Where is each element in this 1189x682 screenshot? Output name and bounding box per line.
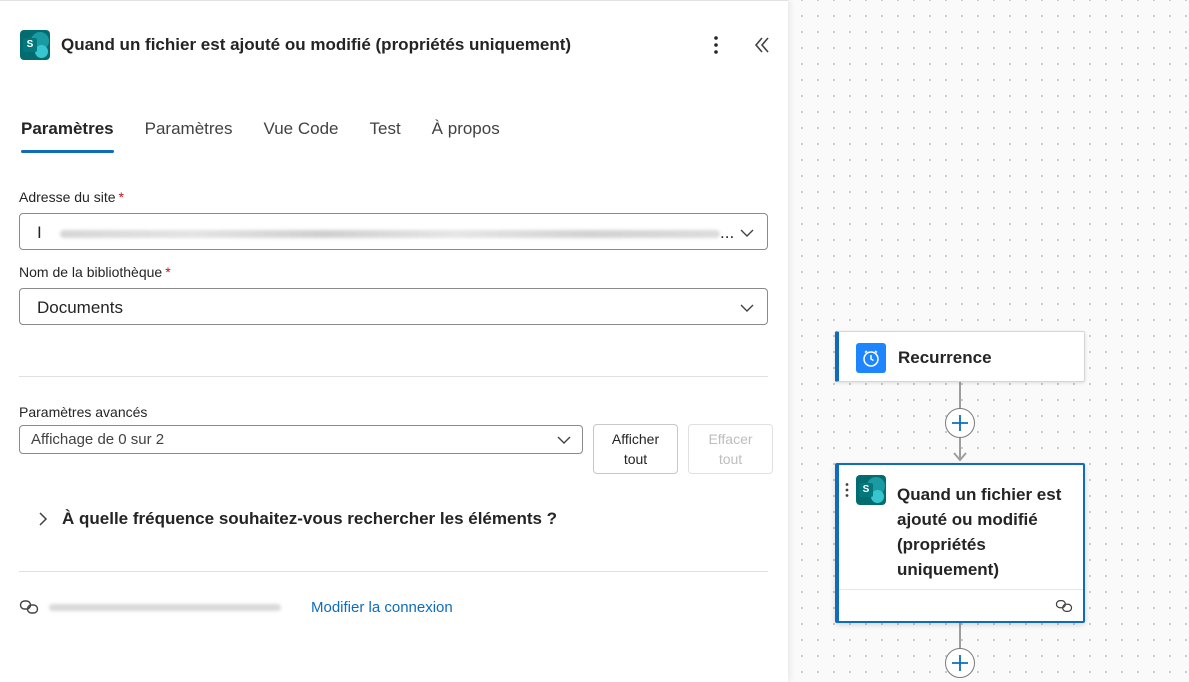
tab-parametres-2[interactable]: Paramètres <box>145 119 233 153</box>
arrow-down-icon <box>953 452 967 462</box>
more-vertical-icon <box>714 36 718 54</box>
advanced-params-value: Affichage de 0 sur 2 <box>31 431 165 448</box>
drag-handle-icon[interactable] <box>844 482 850 498</box>
frequency-section-title: À quelle fréquence souhaitez-vous recher… <box>62 509 558 528</box>
clock-icon <box>856 343 886 373</box>
link-icon <box>1055 600 1073 612</box>
site-address-label: Adresse du site * <box>19 189 124 205</box>
advanced-params-label: Paramètres avancés <box>19 404 148 420</box>
plus-icon <box>952 655 968 671</box>
link-icon <box>19 600 39 614</box>
library-name-value: Documents <box>37 298 123 317</box>
frequency-expander[interactable]: À quelle fréquence souhaitez-vous recher… <box>36 509 557 529</box>
library-name-dropdown[interactable]: Documents <box>19 288 768 325</box>
trigger-card-footer <box>839 589 1083 621</box>
clear-all-button[interactable]: Effacer tout <box>688 424 773 474</box>
add-step-button-bottom[interactable] <box>945 648 975 678</box>
show-all-button[interactable]: Afficher tout <box>593 424 678 474</box>
tab-test[interactable]: Test <box>369 119 400 153</box>
action-panel: S Quand un fichier est ajouté ou modifié… <box>0 0 788 682</box>
tab-code-view[interactable]: Vue Code <box>264 119 339 153</box>
double-chevron-left-icon <box>754 37 769 53</box>
recurrence-card[interactable]: Recurrence <box>835 331 1085 382</box>
plus-icon <box>952 415 968 431</box>
library-name-label: Nom de la bibliothèque * <box>19 264 171 280</box>
site-address-dropdown[interactable]: I ... <box>19 213 768 250</box>
advanced-params-dropdown[interactable]: Affichage de 0 sur 2 <box>19 425 583 454</box>
site-address-value: I <box>37 223 42 242</box>
sharepoint-icon: S <box>20 30 50 60</box>
chevron-down-icon <box>740 304 754 312</box>
trigger-card[interactable]: S Quand un fichier est ajouté ou modifié… <box>835 463 1085 623</box>
sharepoint-icon: S <box>856 475 886 505</box>
redacted-site-address <box>60 230 720 238</box>
collapse-panel-button[interactable] <box>750 33 774 57</box>
tab-about[interactable]: À propos <box>432 119 500 153</box>
tab-list: Paramètres Paramètres Vue Code Test À pr… <box>21 119 531 153</box>
trigger-title: Quand un fichier est ajouté ou modifié (… <box>897 485 1062 579</box>
connector-line <box>959 382 961 410</box>
chevron-down-icon <box>740 229 754 237</box>
tab-parametres[interactable]: Paramètres <box>21 119 114 153</box>
connector-line <box>959 623 961 649</box>
change-connection-link[interactable]: Modifier la connexion <box>311 599 453 616</box>
more-options-button[interactable] <box>704 33 728 57</box>
site-address-ellipsis: ... <box>720 223 735 242</box>
recurrence-title: Recurrence <box>898 348 992 367</box>
divider <box>19 376 768 377</box>
add-step-button[interactable] <box>945 408 975 438</box>
divider <box>19 571 768 572</box>
panel-title: Quand un fichier est ajouté ou modifié (… <box>61 35 572 54</box>
chevron-right-icon <box>39 512 48 526</box>
connection-row <box>19 598 281 621</box>
chevron-down-icon <box>557 436 571 444</box>
redacted-connection-name <box>49 604 281 611</box>
